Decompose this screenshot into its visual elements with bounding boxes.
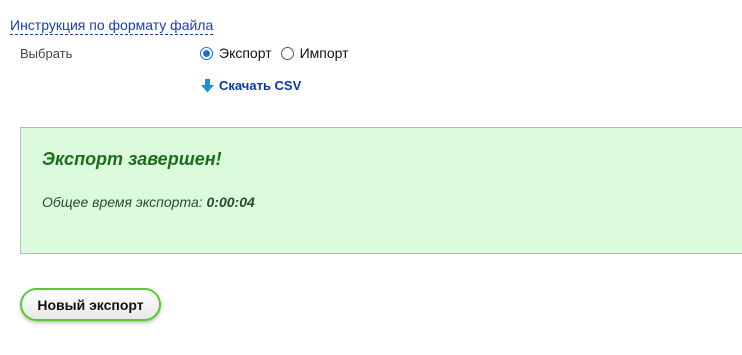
download-csv-label[interactable]: Скачать CSV <box>219 78 301 93</box>
export-radio-label[interactable]: Экспорт <box>219 45 272 61</box>
export-result-panel: Экспорт завершен! Общее время экспорта: … <box>20 127 742 254</box>
import-radio-label[interactable]: Импорт <box>300 45 349 61</box>
export-radio[interactable] <box>200 46 213 60</box>
new-export-button[interactable]: Новый экспорт <box>20 288 161 321</box>
export-complete-title: Экспорт завершен! <box>42 149 222 169</box>
export-time-value: 0:00:04 <box>206 194 255 210</box>
import-radio[interactable] <box>280 46 294 60</box>
export-time-label: Общее время экспорта: <box>42 194 207 210</box>
export-total-time: Общее время экспорта: 0:00:04 <box>42 194 255 210</box>
export-page: Инструкция по формату файла Выбрать Эксп… <box>0 0 742 355</box>
download-csv-link[interactable]: Скачать CSV <box>201 78 301 93</box>
file-format-instructions-link[interactable]: Инструкция по формату файла <box>10 17 214 35</box>
download-arrow-icon <box>201 78 214 92</box>
select-label: Выбрать <box>20 46 73 61</box>
export-import-radio-group: Экспорт Импорт <box>200 45 358 61</box>
